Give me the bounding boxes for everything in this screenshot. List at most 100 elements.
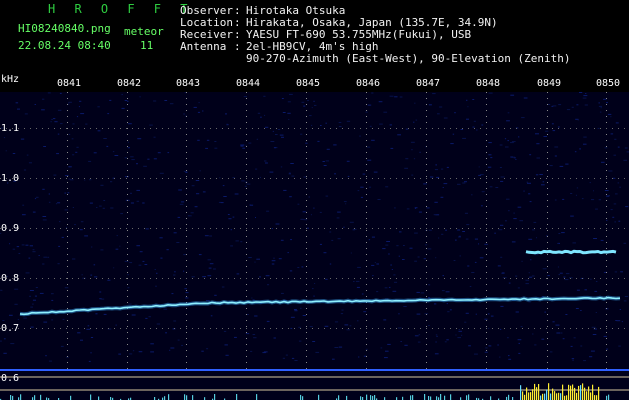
noise-speck xyxy=(549,351,553,353)
noise-speck xyxy=(34,198,37,200)
noise-speck xyxy=(208,267,212,269)
noise-speck xyxy=(127,287,130,289)
noise-speck xyxy=(16,246,20,248)
grid-dot xyxy=(612,128,613,129)
noise-speck xyxy=(131,314,136,316)
noise-speck xyxy=(606,102,608,104)
grid-dot xyxy=(246,116,247,117)
noise-speck xyxy=(197,111,201,113)
noise-speck xyxy=(572,359,574,361)
noise-speck xyxy=(468,345,471,347)
grid-dot xyxy=(582,328,583,329)
noise-speck xyxy=(308,196,310,198)
grid-dot xyxy=(127,206,128,207)
grid-dot xyxy=(186,104,187,105)
grid-dot xyxy=(624,278,625,279)
grid-dot xyxy=(547,284,548,285)
noise-speck xyxy=(552,105,557,107)
grid-dot xyxy=(486,344,487,345)
noise-speck xyxy=(196,193,200,195)
grid-dot xyxy=(510,128,511,129)
noise-speck xyxy=(279,134,284,136)
burst-bar xyxy=(186,395,188,400)
noise-speck xyxy=(413,158,416,160)
grid-dot xyxy=(486,320,487,321)
grid-dot xyxy=(127,200,128,201)
burst-bar xyxy=(410,395,412,400)
noise-speck xyxy=(43,256,47,258)
grid-dot xyxy=(156,178,157,179)
grid-dot xyxy=(420,178,421,179)
noise-speck xyxy=(610,133,614,135)
grid-dot xyxy=(127,170,128,171)
grid-dot xyxy=(127,110,128,111)
grid-dot xyxy=(570,228,571,229)
grid-dot xyxy=(402,178,403,179)
burst-bar xyxy=(192,395,194,400)
grid-dot xyxy=(246,206,247,207)
grid-dot xyxy=(534,278,535,279)
grid-dot xyxy=(366,230,367,231)
grid-dot xyxy=(306,260,307,261)
noise-speck xyxy=(234,193,239,195)
noise-speck xyxy=(100,298,105,300)
grid-dot xyxy=(456,178,457,179)
noise-speck xyxy=(97,130,101,132)
noise-speck xyxy=(29,295,31,297)
noise-speck xyxy=(480,174,484,176)
burst-bar xyxy=(584,387,586,400)
burst-bar xyxy=(12,395,14,400)
noise-speck xyxy=(349,221,354,223)
noise-speck xyxy=(444,341,447,343)
grid-dot xyxy=(624,178,625,179)
grid-dot xyxy=(216,278,217,279)
noise-speck xyxy=(282,357,285,359)
noise-speck xyxy=(106,145,109,147)
grid-dot xyxy=(306,362,307,363)
grid-dot xyxy=(60,128,61,129)
grid-dot xyxy=(426,320,427,321)
grid-dot xyxy=(306,230,307,231)
grid-dot xyxy=(366,344,367,345)
y-tick: 1.1 xyxy=(1,123,20,134)
noise-speck xyxy=(506,120,510,122)
noise-speck xyxy=(129,262,133,264)
noise-speck xyxy=(620,271,623,273)
grid-dot xyxy=(534,328,535,329)
noise-speck xyxy=(64,175,69,177)
noise-speck xyxy=(415,119,418,121)
grid-dot xyxy=(547,116,548,117)
noise-speck xyxy=(488,92,493,94)
noise-speck xyxy=(584,104,588,106)
noise-speck xyxy=(176,242,180,243)
noise-speck xyxy=(558,233,561,234)
grid-dot xyxy=(180,228,181,229)
noise-speck xyxy=(466,99,468,101)
noise-speck xyxy=(252,334,256,335)
grid-dot xyxy=(366,296,367,297)
grid-dot xyxy=(366,92,367,93)
grid-dot xyxy=(606,326,607,327)
noise-speck xyxy=(271,228,273,229)
noise-speck xyxy=(317,140,320,142)
grid-dot xyxy=(306,188,307,189)
noise-speck xyxy=(57,202,61,204)
noise-speck xyxy=(138,351,143,353)
grid-dot xyxy=(67,134,68,135)
grid-dot xyxy=(282,128,283,129)
info-sep: : xyxy=(234,40,241,53)
grid-dot xyxy=(540,178,541,179)
noise-speck xyxy=(195,180,200,181)
datetime-label: 22.08.24 08:40 xyxy=(18,39,111,52)
grid-dot xyxy=(108,278,109,279)
grid-dot xyxy=(127,368,128,369)
grid-dot xyxy=(246,140,247,141)
grid-dot xyxy=(366,164,367,165)
grid-dot xyxy=(360,328,361,329)
noise-speck xyxy=(263,95,266,97)
grid-dot xyxy=(120,128,121,129)
grid-dot xyxy=(246,164,247,165)
noise-speck xyxy=(319,243,322,245)
grid-dot xyxy=(342,328,343,329)
grid-dot xyxy=(174,278,175,279)
